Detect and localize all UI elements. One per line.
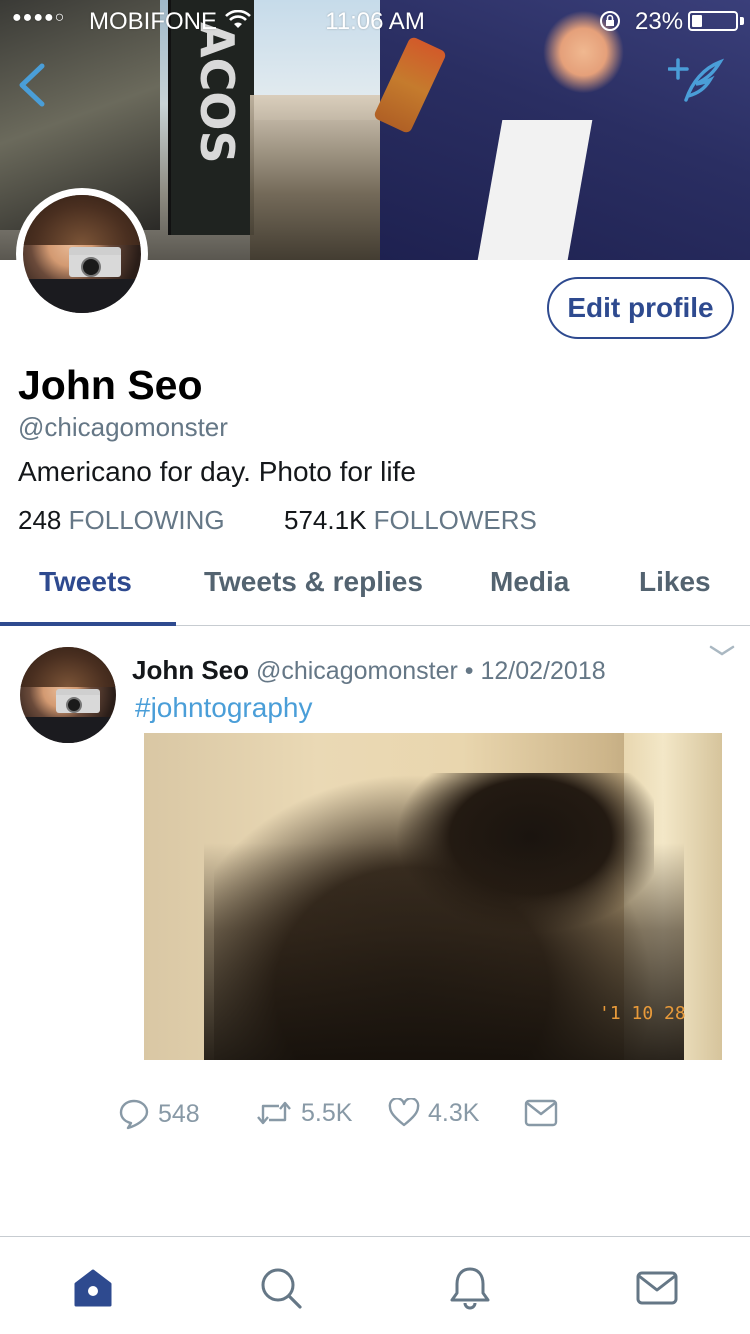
- tweet-header: John Seo @chicagomonster • 12/02/2018: [132, 655, 606, 686]
- notifications-icon[interactable]: [447, 1265, 493, 1311]
- battery-icon: [688, 11, 738, 31]
- profile-tabs: Tweets Tweets & replies Media Likes: [0, 550, 750, 626]
- banner-crowd: [250, 95, 390, 260]
- envelope-icon: [524, 1099, 558, 1127]
- profile-name: John Seo: [18, 362, 203, 408]
- reply-count: 548: [158, 1099, 200, 1128]
- tab-likes[interactable]: Likes: [639, 566, 711, 598]
- battery-percent: 23%: [635, 8, 684, 35]
- camera-icon: [56, 689, 100, 713]
- active-tab-indicator: [0, 622, 176, 626]
- battery-fill: [692, 15, 702, 27]
- followers-count: 574.1K: [284, 505, 367, 535]
- home-icon[interactable]: [70, 1265, 116, 1311]
- tweet-date: 12/02/2018: [480, 657, 606, 685]
- tweet-photo[interactable]: '1 10 28: [144, 733, 722, 1060]
- status-bar: ●●●●○ MOBIFONE 11:06 AM 23%: [0, 0, 750, 40]
- following-label: FOLLOWING: [68, 505, 225, 535]
- following-count: 248: [18, 505, 62, 535]
- avatar-photo: [23, 195, 141, 313]
- retweet-button[interactable]: 5.5K: [255, 1098, 352, 1128]
- back-icon[interactable]: [14, 60, 50, 110]
- tab-tweets[interactable]: Tweets: [39, 566, 132, 598]
- rotation-lock-icon: [600, 11, 620, 31]
- chevron-down-icon[interactable]: [708, 641, 736, 661]
- search-icon[interactable]: [258, 1265, 304, 1311]
- profile-handle: @chicagomonster: [18, 412, 228, 442]
- photo-date-stamp: '1 10 28: [599, 1003, 686, 1024]
- avatar-body: [20, 717, 116, 743]
- like-count: 4.3K: [428, 1098, 480, 1127]
- profile-bio: Americano for day. Photo for life: [18, 456, 416, 487]
- tweet-separator: •: [464, 657, 474, 685]
- heart-icon: [388, 1098, 420, 1127]
- battery-tip: [740, 17, 744, 25]
- reply-icon: [119, 1099, 149, 1130]
- tweet-author-name[interactable]: John Seo: [132, 655, 249, 685]
- retweet-count: 5.5K: [301, 1098, 353, 1127]
- tweet-author-handle: @chicagomonster: [255, 657, 458, 685]
- direct-message-button[interactable]: [524, 1098, 566, 1128]
- add-feather-icon[interactable]: [668, 56, 724, 104]
- avatar-hair: [20, 647, 116, 687]
- camera-icon: [69, 247, 121, 277]
- profile-avatar[interactable]: [16, 188, 148, 320]
- tweet-avatar[interactable]: [20, 647, 116, 743]
- like-button[interactable]: 4.3K: [388, 1098, 479, 1128]
- following-count-link[interactable]: 248 FOLLOWING: [18, 505, 225, 536]
- tab-media[interactable]: Media: [490, 566, 569, 598]
- edit-profile-button[interactable]: Edit profile: [547, 277, 734, 339]
- retweet-icon: [257, 1101, 291, 1125]
- avatar-hair: [23, 195, 141, 245]
- tweet-hashtag[interactable]: #johntography: [135, 692, 312, 724]
- followers-label: FOLLOWERS: [373, 505, 537, 535]
- photo-shadow: [204, 843, 684, 1060]
- tab-tweets-replies[interactable]: Tweets & replies: [204, 566, 423, 598]
- reply-button[interactable]: 548: [118, 1098, 200, 1130]
- avatar-body: [23, 279, 141, 313]
- camera-lens: [66, 697, 82, 713]
- messages-icon[interactable]: [634, 1265, 680, 1311]
- tweet-actions: 548 5.5K 4.3K: [0, 1090, 750, 1150]
- bottom-nav: [0, 1236, 750, 1334]
- followers-count-link[interactable]: 574.1K FOLLOWERS: [284, 505, 537, 536]
- camera-lens: [81, 257, 101, 277]
